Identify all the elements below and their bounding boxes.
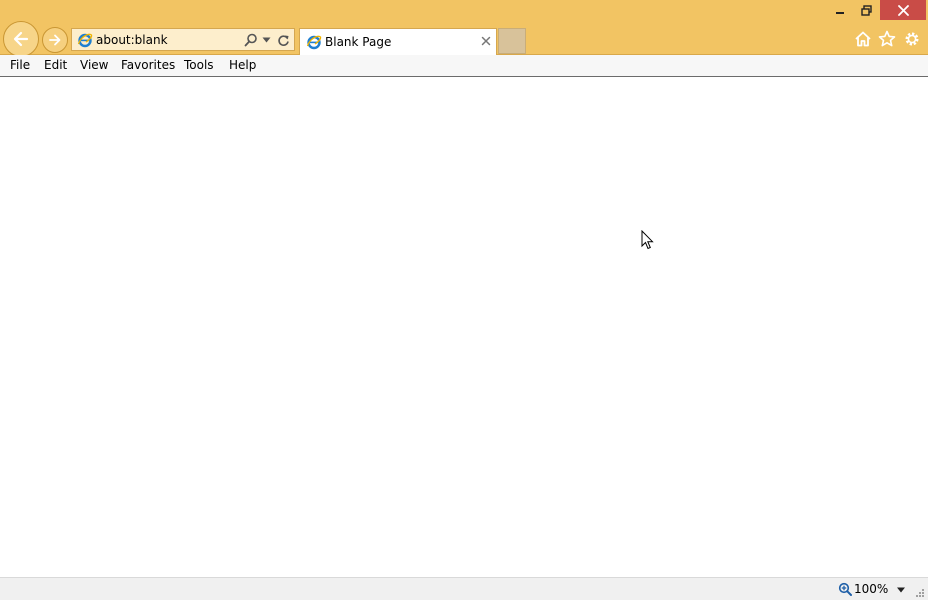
home-icon (855, 31, 871, 47)
minimize-button[interactable] (826, 0, 854, 20)
search-icon (244, 33, 257, 47)
status-bar: 100% (0, 577, 928, 600)
address-dropdown-button[interactable] (261, 33, 271, 47)
page-content[interactable] (0, 77, 928, 577)
star-icon (878, 30, 896, 47)
menu-bar: File Edit View Favorites Tools Help (0, 55, 928, 77)
close-icon (897, 4, 909, 16)
favorites-button[interactable] (877, 29, 897, 49)
new-tab-button[interactable] (498, 28, 526, 54)
forward-arrow-icon (49, 34, 61, 46)
back-arrow-icon (13, 31, 29, 47)
resize-grip-icon[interactable] (915, 588, 925, 598)
back-button[interactable] (3, 21, 39, 57)
restore-icon (860, 4, 872, 16)
minimize-icon (836, 12, 844, 14)
close-window-button[interactable] (880, 0, 926, 20)
zoom-icon[interactable] (838, 582, 852, 596)
menu-item-file[interactable]: File (10, 58, 30, 72)
menu-item-edit[interactable]: Edit (44, 58, 67, 72)
address-input[interactable] (96, 31, 236, 49)
chevron-down-icon[interactable] (896, 586, 906, 594)
menu-item-favorites[interactable]: Favorites (121, 58, 175, 72)
menu-item-view[interactable]: View (80, 58, 108, 72)
ie-icon (77, 33, 93, 48)
gear-icon (905, 32, 919, 46)
restore-button[interactable] (853, 0, 879, 20)
menu-item-help[interactable]: Help (229, 58, 256, 72)
browser-titlebar: Blank Page (0, 0, 928, 57)
menu-item-tools[interactable]: Tools (184, 58, 214, 72)
settings-button[interactable] (902, 29, 922, 49)
forward-button[interactable] (42, 27, 68, 53)
chevron-down-icon (262, 37, 270, 43)
zoom-level[interactable]: 100% (854, 582, 888, 596)
tab-title: Blank Page (325, 35, 392, 49)
close-icon[interactable] (480, 35, 492, 47)
address-bar[interactable] (71, 28, 295, 51)
ie-icon (306, 35, 322, 50)
mouse-cursor-icon (641, 230, 654, 250)
tab-blank-page[interactable]: Blank Page (299, 28, 497, 55)
refresh-icon (278, 34, 289, 46)
address-search-button[interactable] (243, 33, 258, 47)
home-button[interactable] (853, 29, 873, 49)
refresh-button[interactable] (276, 33, 291, 47)
